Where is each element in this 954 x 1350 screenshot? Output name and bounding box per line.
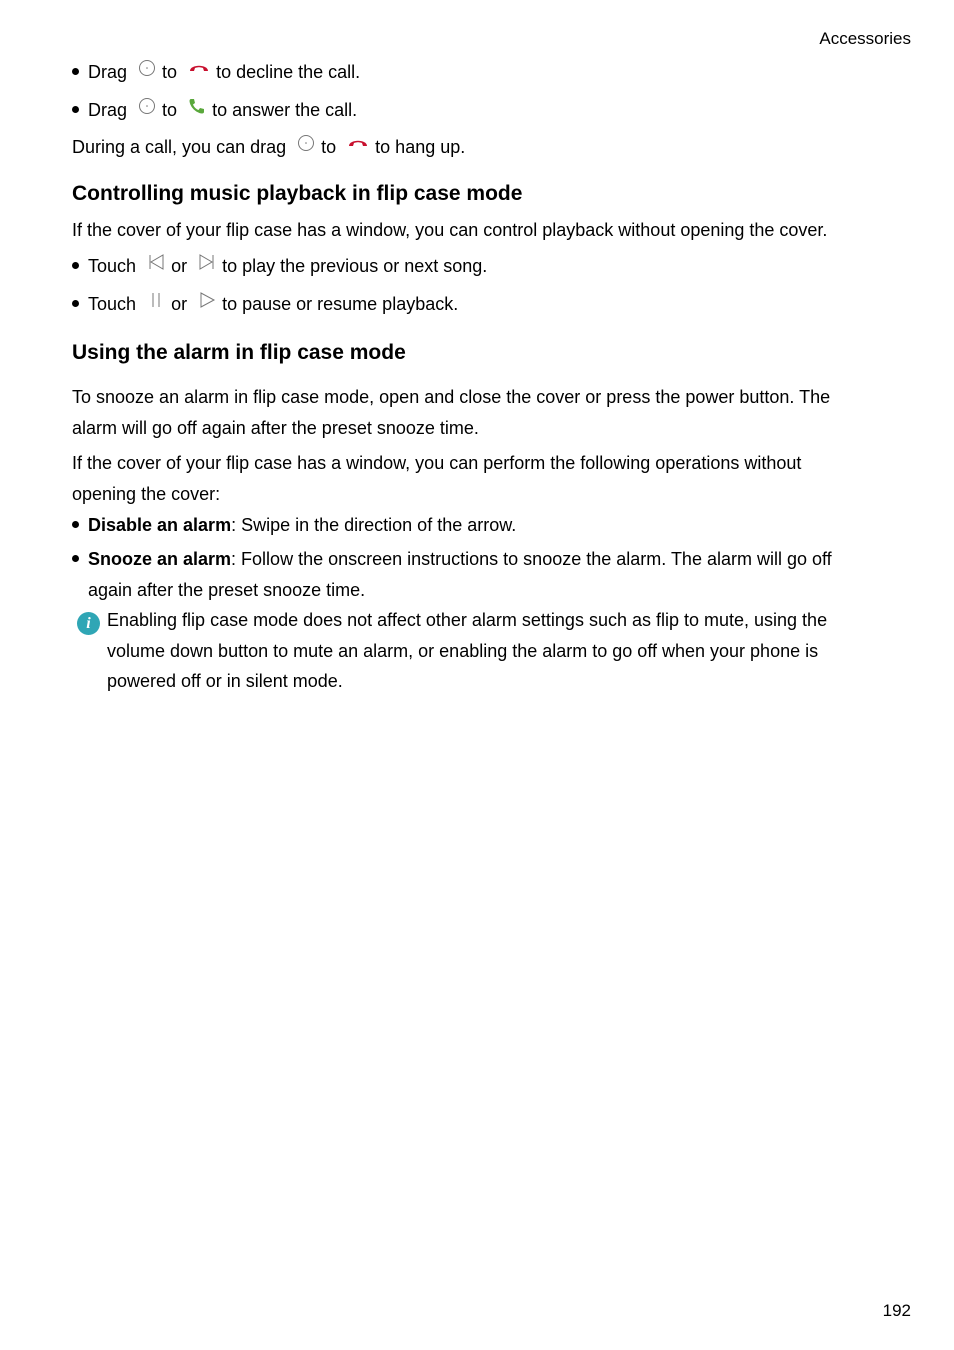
note-line2: volume down button to mute an alarm, or … xyxy=(107,641,819,661)
text: During a call, you can drag xyxy=(72,137,287,157)
snooze-alarm-continuation: again after the preset snooze time. xyxy=(88,580,366,600)
page-number: 192 xyxy=(882,1301,911,1320)
bullet xyxy=(72,99,88,121)
text: to decline the call. xyxy=(216,62,361,82)
text: Drag xyxy=(88,62,128,82)
text: Touch xyxy=(88,256,137,276)
note-line3: powered off or in silent mode. xyxy=(107,671,343,691)
play-icon xyxy=(200,292,216,309)
term: Disable an alarm xyxy=(88,515,232,535)
text: Drag xyxy=(88,100,128,120)
text: : Swipe in the direction of the arrow. xyxy=(231,515,517,535)
text: : Follow the onscreen instructions to sn… xyxy=(231,549,832,569)
answer-call-icon xyxy=(189,99,205,114)
alarm-para2-line2: opening the cover: xyxy=(72,484,221,504)
text: or xyxy=(171,256,188,276)
text: to hang up. xyxy=(375,137,466,157)
term: Snooze an alarm xyxy=(88,549,232,569)
drag-handle-icon xyxy=(298,135,315,152)
list-item-prev-next: Touch or to play the previous or next so… xyxy=(72,254,488,277)
hangup-paragraph: During a call, you can drag to to hang u… xyxy=(72,135,466,158)
previous-track-icon xyxy=(149,254,164,271)
alarm-para1-line2: alarm will go off again after the preset… xyxy=(72,418,479,438)
note-line1: Enabling flip case mode does not affect … xyxy=(107,610,828,630)
drag-handle-icon xyxy=(139,60,156,77)
list-item-snooze-alarm: Snooze an alarm: Follow the onscreen ins… xyxy=(72,548,832,570)
text: to answer the call. xyxy=(212,100,358,120)
music-intro: If the cover of your flip case has a win… xyxy=(72,220,828,240)
pause-icon xyxy=(152,293,160,308)
bullet xyxy=(72,293,88,315)
alarm-heading: Using the alarm in flip case mode xyxy=(72,341,406,364)
alarm-para2-line1: If the cover of your flip case has a win… xyxy=(72,453,802,473)
text: to pause or resume playback. xyxy=(222,294,459,314)
text: to xyxy=(321,137,337,157)
list-item-disable-alarm: Disable an alarm: Swipe in the direction… xyxy=(72,514,516,536)
bullet xyxy=(72,61,88,83)
list-item-decline: Drag to to decline the call. xyxy=(72,60,361,83)
text: to xyxy=(162,62,178,82)
list-item-answer: Drag to to answer the call. xyxy=(72,98,358,121)
hang-up-icon xyxy=(349,141,368,147)
info-icon: i xyxy=(77,612,100,635)
music-heading: Controlling music playback in flip case … xyxy=(72,182,523,205)
decline-call-icon xyxy=(190,66,209,72)
bullet xyxy=(72,514,88,536)
text: Touch xyxy=(88,294,137,314)
text: to xyxy=(162,100,178,120)
text: to play the previous or next song. xyxy=(222,256,488,276)
alarm-para1-line1: To snooze an alarm in flip case mode, op… xyxy=(72,387,831,407)
list-item-pause-play: Touch or to pause or resume playback. xyxy=(72,292,459,315)
section-header: Accessories xyxy=(819,29,911,48)
text: or xyxy=(171,294,188,314)
bullet xyxy=(72,548,88,570)
next-track-icon xyxy=(199,254,214,271)
drag-handle-icon xyxy=(139,98,156,115)
bullet xyxy=(72,255,88,277)
